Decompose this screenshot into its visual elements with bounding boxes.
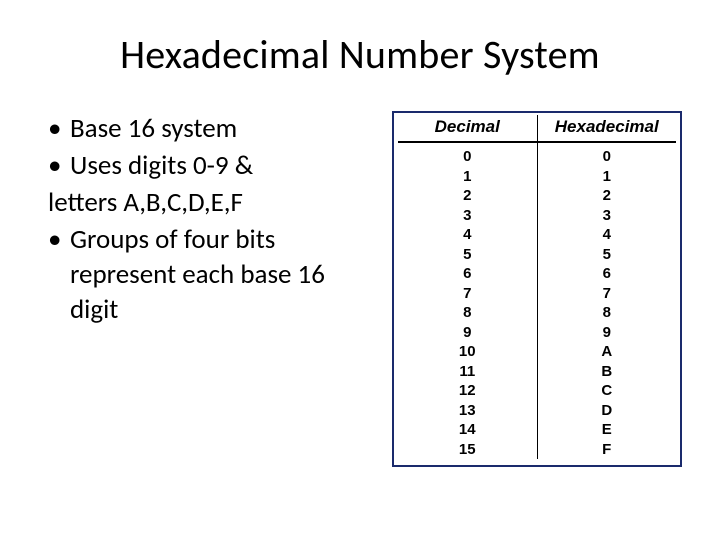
table-row: 15 xyxy=(398,440,537,460)
table-row: 1 xyxy=(538,167,677,187)
slide: Hexadecimal Number System Base 16 system… xyxy=(0,0,720,540)
table-row: 2 xyxy=(538,186,677,206)
table-row: E xyxy=(538,420,677,440)
table-row: 9 xyxy=(538,323,677,343)
table-header: Decimal Hexadecimal xyxy=(398,115,676,143)
content-area: Base 16 system Uses digits 0-9 & letters… xyxy=(38,111,682,467)
table-row: 8 xyxy=(398,303,537,323)
table-row: 7 xyxy=(538,284,677,304)
table-row: 5 xyxy=(398,245,537,265)
table-row: 3 xyxy=(398,206,537,226)
bullet-list: Base 16 system Uses digits 0-9 & letters… xyxy=(38,111,372,330)
table-header-decimal: Decimal xyxy=(398,115,538,141)
table-row: 11 xyxy=(398,362,537,382)
bullet-item-1: Base 16 system xyxy=(48,111,372,146)
page-title: Hexadecimal Number System xyxy=(38,30,682,79)
table-row: 13 xyxy=(398,401,537,421)
table-body: 0 1 2 3 4 5 6 7 8 9 10 11 12 13 14 15 xyxy=(398,143,676,459)
bullet-item-2: Uses digits 0-9 & xyxy=(48,148,372,183)
table-row: D xyxy=(538,401,677,421)
table-row: C xyxy=(538,381,677,401)
table-row: 1 xyxy=(398,167,537,187)
bullet-item-2-cont: letters A,B,C,D,E,F xyxy=(48,185,372,220)
table-row: A xyxy=(538,342,677,362)
table-row: 12 xyxy=(398,381,537,401)
table-row: 4 xyxy=(538,225,677,245)
table-row: 6 xyxy=(538,264,677,284)
table-row: 5 xyxy=(538,245,677,265)
hexadecimal-column: 0 1 2 3 4 5 6 7 8 9 A B C D E F xyxy=(538,143,677,459)
table-row: 10 xyxy=(398,342,537,362)
table-row: 7 xyxy=(398,284,537,304)
table-row: 3 xyxy=(538,206,677,226)
table-row: 6 xyxy=(398,264,537,284)
table-row: B xyxy=(538,362,677,382)
table-row: 9 xyxy=(398,323,537,343)
table-row: 4 xyxy=(398,225,537,245)
decimal-column: 0 1 2 3 4 5 6 7 8 9 10 11 12 13 14 15 xyxy=(398,143,538,459)
table-row: 14 xyxy=(398,420,537,440)
bullet-item-3: Groups of four bits represent each base … xyxy=(48,222,372,327)
table-row: 0 xyxy=(398,147,537,167)
table-row: F xyxy=(538,440,677,460)
table-row: 8 xyxy=(538,303,677,323)
table-row: 2 xyxy=(398,186,537,206)
table-header-hexadecimal: Hexadecimal xyxy=(538,115,677,141)
table-row: 0 xyxy=(538,147,677,167)
conversion-table: Decimal Hexadecimal 0 1 2 3 4 5 6 7 8 9 … xyxy=(392,111,682,467)
